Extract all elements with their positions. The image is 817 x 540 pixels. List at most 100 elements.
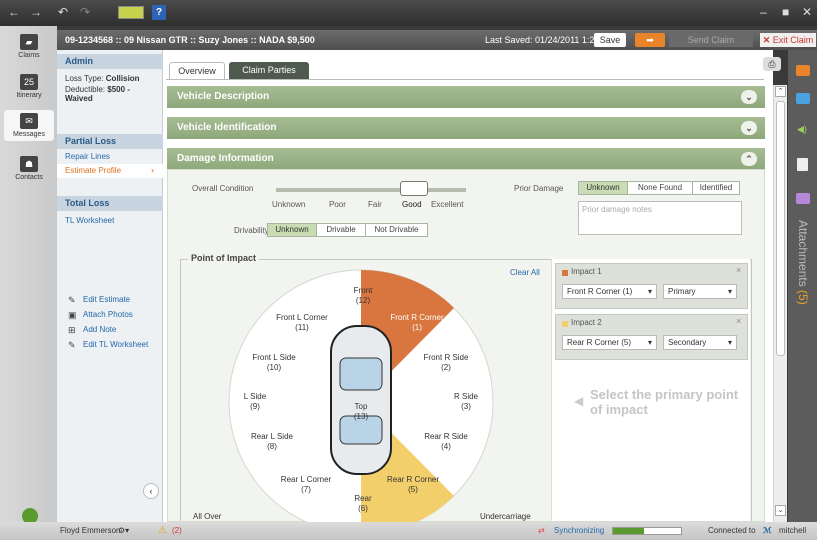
exit-x-icon: ✕ [762,35,771,45]
zone-name: R Side [453,392,478,401]
gallery-icon[interactable] [796,193,810,204]
rail-itinerary[interactable]: 25 Itinerary [4,74,54,99]
zone-code: (2) [441,363,451,372]
attachments-tab[interactable]: Attachments (5) [789,220,816,330]
send-claim-button[interactable]: Send Claim [669,33,753,47]
zone-rear-r-side[interactable]: Rear R Side (4) [416,432,476,452]
zone-r-side[interactable]: R Side (3) [444,392,488,412]
select-value: Front R Corner (1) [567,287,633,296]
drivability-not-drivable[interactable]: Not Drivable [365,223,428,237]
estimate-profile-item[interactable]: Estimate Profile › [57,164,163,178]
video-icon[interactable] [796,93,810,104]
zone-rear[interactable]: Rear (6) [343,494,383,514]
damage-information-header[interactable]: Damage Information ⌃ [167,148,765,170]
chevron-up-icon[interactable]: ⌃ [741,152,757,166]
chevron-down-icon[interactable]: ⌄ [741,121,757,135]
zone-front-l-corner[interactable]: Front L Corner (11) [268,313,336,333]
tab-claim-parties[interactable]: Claim Parties [229,62,309,79]
add-note-link[interactable]: Add Note [83,325,116,334]
prior-damage-label: Prior Damage [514,184,564,193]
calculator-icon[interactable] [118,6,144,19]
undo-icon[interactable]: ↶ [58,5,68,19]
scroll-up-icon[interactable]: ⌃ [775,86,786,97]
exit-claim-button[interactable]: ✕ Exit Claim [760,33,816,47]
prior-identified[interactable]: Identified [692,181,740,195]
maximize-icon[interactable]: ■ [782,5,789,19]
zone-code: (8) [267,442,277,451]
zone-front-r-corner[interactable]: Front R Corner (1) [382,313,452,333]
zone-rear-l-side[interactable]: Rear L Side (8) [244,432,300,452]
close-icon[interactable]: ✕ [802,5,812,19]
warning-count[interactable]: (2) [172,522,182,540]
prior-none-found[interactable]: None Found [627,181,693,195]
impact-1-type-select[interactable]: Primary ▾ [663,284,737,299]
send-arrow-icon[interactable]: ➡ [635,33,665,47]
right-rail: ◀) Attachments (5) [788,50,817,522]
impact-2-card: Impact 2 × Rear R Corner (5) ▾ Secondary ▾ [555,314,748,360]
collapse-panel-button[interactable]: ‹ [143,483,159,499]
drivability-drivable[interactable]: Drivable [316,223,366,237]
zone-all-over[interactable]: All Over [193,512,221,521]
zone-top[interactable]: Top (13) [344,402,378,422]
zone-front-r-side[interactable]: Front R Side (2) [414,353,478,373]
rail-contacts[interactable]: ☗ Contacts [4,156,54,181]
zone-l-side[interactable]: L Side (9) [238,392,272,412]
sync-label: Synchronizing [554,526,605,535]
zone-front[interactable]: Front (12) [343,286,383,306]
tab-overview[interactable]: Overview [169,62,225,79]
settings-gear-icon[interactable]: ⚙▾ [118,522,129,540]
slider-thumb[interactable] [400,181,428,196]
document-icon[interactable] [797,158,808,171]
connected-label: Connected to [708,526,756,535]
redo-icon[interactable]: ↷ [80,5,90,19]
scroll-thumb[interactable] [776,101,785,356]
brand-name: mitchell [779,526,807,535]
minimize-icon[interactable]: – [760,5,767,19]
main-scrollbar[interactable]: ⌃ ⌄ [773,85,787,522]
zone-rear-l-corner[interactable]: Rear L Corner (7) [272,475,340,495]
drivability-unknown[interactable]: Unknown [267,223,317,237]
arrow-left-icon: ◀ [574,394,584,408]
zone-code: (10) [266,363,282,372]
scroll-down-icon[interactable]: ⌄ [775,505,786,516]
warning-icon[interactable]: ⚠ [158,522,167,540]
attach-photos-link[interactable]: Attach Photos [83,310,133,319]
select-value: Secondary [668,338,707,347]
edit-estimate-link[interactable]: Edit Estimate [83,295,130,304]
back-icon[interactable]: ← [8,5,20,19]
rail-messages[interactable]: ✉ Messages [4,110,54,141]
repair-lines-link[interactable]: Repair Lines [65,152,110,161]
prior-damage-notes[interactable]: Prior damage notes [578,201,742,235]
camera-icon[interactable] [796,65,810,76]
condition-slider[interactable] [276,188,466,192]
zone-undercarriage[interactable]: Undercarriage [480,512,531,521]
loss-type: Loss Type: Collision [65,74,140,83]
zone-code: (6) [358,504,368,513]
prior-unknown[interactable]: Unknown [578,181,628,195]
clear-all-link[interactable]: Clear All [510,268,540,277]
zone-front-l-side[interactable]: Front L Side (10) [244,353,304,373]
vehicle-identification-header[interactable]: Vehicle Identification ⌄ [167,117,765,139]
impact-1-zone-select[interactable]: Front R Corner (1) ▾ [562,284,657,299]
prior-notes-placeholder: Prior damage notes [582,205,652,214]
zone-rear-r-corner[interactable]: Rear R Corner (5) [378,475,448,495]
section-title: Damage Information [177,153,274,164]
edit-tl-worksheet-link[interactable]: Edit TL Worksheet [83,340,148,349]
help-icon[interactable]: ? [152,5,166,20]
camera-icon: ▣ [68,310,77,320]
impact-2-zone-select[interactable]: Rear R Corner (5) ▾ [562,335,657,350]
left-panel: Admin Loss Type: Collision Deductible: $… [57,50,163,522]
forward-icon[interactable]: → [30,5,42,19]
save-button[interactable]: Save [594,33,626,47]
tl-worksheet-link[interactable]: TL Worksheet [65,216,114,225]
vehicle-description-header[interactable]: Vehicle Description ⌄ [167,86,765,108]
audio-icon[interactable]: ◀) [797,124,807,135]
chevron-down-icon[interactable]: ⌄ [741,90,757,104]
print-icon[interactable]: ⎙ [763,57,781,71]
remove-impact-icon[interactable]: × [736,265,741,275]
attachments-text: Attachments [796,220,810,287]
rail-claims[interactable]: ▰ Claims [4,34,54,59]
impact-2-type-select[interactable]: Secondary ▾ [663,335,737,350]
remove-impact-icon[interactable]: × [736,316,741,326]
zone-name: L Side [243,392,267,401]
